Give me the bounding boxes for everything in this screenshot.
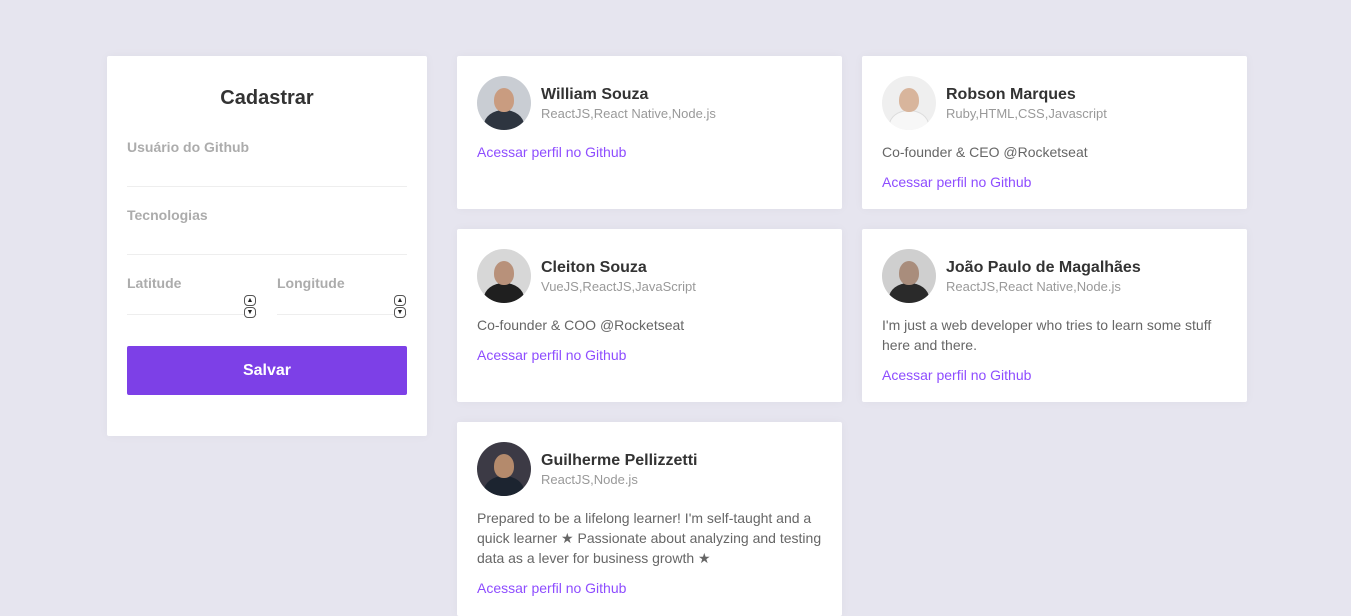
- chevron-up-icon[interactable]: ▲: [394, 295, 406, 306]
- dev-techs: ReactJS,React Native,Node.js: [946, 278, 1121, 294]
- github-user-field: Usuário do Github: [127, 139, 407, 187]
- dev-name: Robson Marques: [946, 85, 1076, 103]
- dev-card-header: Robson Marques Ruby,HTML,CSS,Javascript: [882, 76, 1227, 130]
- register-form-panel: Cadastrar Usuário do Github Tecnologias …: [107, 56, 427, 436]
- dev-techs: VueJS,ReactJS,JavaScript: [541, 278, 696, 294]
- dev-bio: Co-founder & CEO @Rocketseat: [882, 144, 1088, 160]
- dev-name: Guilherme Pellizzetti: [541, 451, 698, 469]
- chevron-up-icon[interactable]: ▲: [244, 295, 256, 306]
- dev-techs: Ruby,HTML,CSS,Javascript: [946, 105, 1107, 121]
- avatar: [477, 76, 531, 130]
- dev-techs: ReactJS,Node.js: [541, 471, 638, 487]
- dev-card: Cleiton Souza VueJS,ReactJS,JavaScript C…: [457, 229, 842, 402]
- dev-card: Guilherme Pellizzetti ReactJS,Node.js Pr…: [457, 422, 842, 616]
- dev-card-header: Cleiton Souza VueJS,ReactJS,JavaScript: [477, 249, 822, 303]
- github-user-input[interactable]: [127, 155, 407, 187]
- avatar: [882, 76, 936, 130]
- user-info: Guilherme Pellizzetti ReactJS,Node.js: [541, 451, 697, 488]
- dev-card-header: William Souza ReactJS,React Native,Node.…: [477, 76, 822, 130]
- avatar: [477, 442, 531, 496]
- coordinates-group: Latitude ▲ ▼ Longitude ▲ ▼: [127, 275, 407, 318]
- latitude-input[interactable]: ▲ ▼: [127, 291, 257, 318]
- github-profile-link[interactable]: Acessar perfil no Github: [882, 365, 1227, 385]
- app-root: Cadastrar Usuário do Github Tecnologias …: [0, 0, 1351, 616]
- longitude-label: Longitude: [277, 275, 345, 291]
- dev-bio: I'm just a web developer who tries to le…: [882, 317, 1212, 353]
- latitude-field: Latitude ▲ ▼: [127, 275, 257, 318]
- dev-techs: ReactJS,React Native,Node.js: [541, 105, 716, 121]
- save-button[interactable]: Salvar: [127, 346, 407, 395]
- form-title: Cadastrar: [220, 87, 314, 109]
- dev-card: William Souza ReactJS,React Native,Node.…: [457, 56, 842, 209]
- user-info: Robson Marques Ruby,HTML,CSS,Javascript: [946, 85, 1107, 122]
- github-profile-link[interactable]: Acessar perfil no Github: [882, 172, 1227, 192]
- dev-name: João Paulo de Magalhães: [946, 258, 1141, 276]
- avatar: [477, 249, 531, 303]
- chevron-down-icon[interactable]: ▼: [394, 307, 406, 318]
- chevron-down-icon[interactable]: ▼: [244, 307, 256, 318]
- github-profile-link[interactable]: Acessar perfil no Github: [477, 142, 822, 162]
- latitude-stepper[interactable]: ▲ ▼: [244, 295, 256, 319]
- longitude-input[interactable]: ▲ ▼: [277, 291, 407, 318]
- dev-name: Cleiton Souza: [541, 258, 647, 276]
- dev-card-header: João Paulo de Magalhães ReactJS,React Na…: [882, 249, 1227, 303]
- dev-bio: Prepared to be a lifelong learner! I'm s…: [477, 510, 822, 566]
- techs-field: Tecnologias: [127, 207, 407, 255]
- user-info: William Souza ReactJS,React Native,Node.…: [541, 85, 716, 122]
- avatar: [882, 249, 936, 303]
- dev-bio: Co-founder & COO @Rocketseat: [477, 317, 685, 333]
- longitude-stepper[interactable]: ▲ ▼: [394, 295, 406, 319]
- dev-card: João Paulo de Magalhães ReactJS,React Na…: [862, 229, 1247, 402]
- github-profile-link[interactable]: Acessar perfil no Github: [477, 345, 822, 365]
- techs-label: Tecnologias: [127, 207, 208, 223]
- dev-name: William Souza: [541, 85, 649, 103]
- user-info: João Paulo de Magalhães ReactJS,React Na…: [946, 258, 1141, 295]
- longitude-field: Longitude ▲ ▼: [277, 275, 407, 318]
- latitude-label: Latitude: [127, 275, 182, 291]
- github-profile-link[interactable]: Acessar perfil no Github: [477, 578, 822, 598]
- techs-input[interactable]: [127, 223, 407, 255]
- dev-card: Robson Marques Ruby,HTML,CSS,Javascript …: [862, 56, 1247, 209]
- dev-card-header: Guilherme Pellizzetti ReactJS,Node.js: [477, 442, 822, 496]
- user-info: Cleiton Souza VueJS,ReactJS,JavaScript: [541, 258, 696, 295]
- github-user-label: Usuário do Github: [127, 139, 250, 155]
